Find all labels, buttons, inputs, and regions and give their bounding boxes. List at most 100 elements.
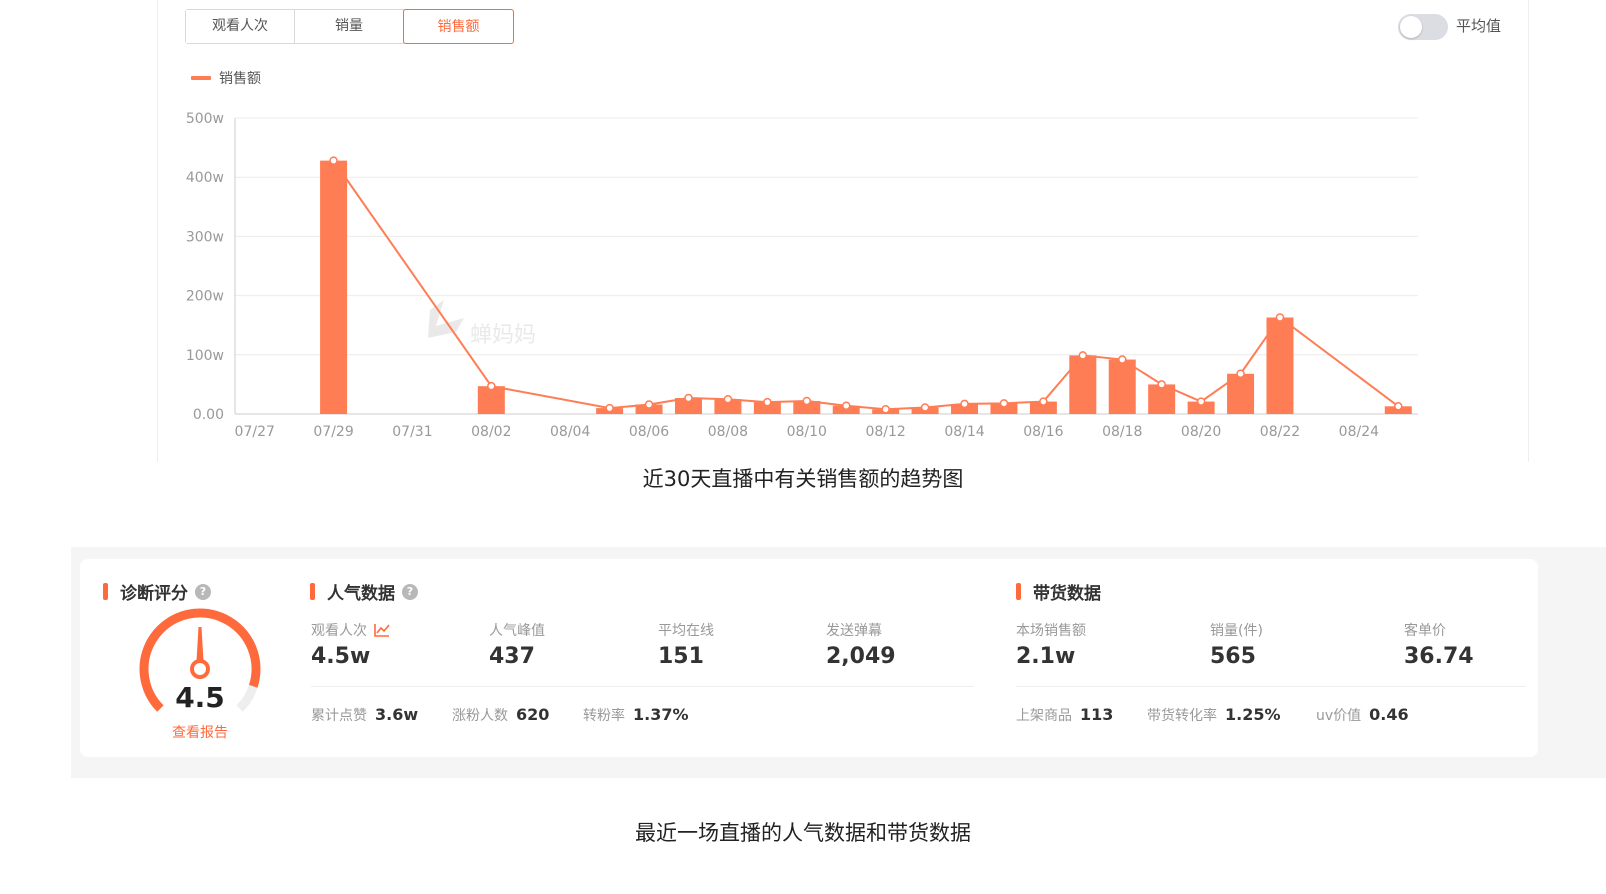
- metric-value: 2.1w: [1016, 644, 1076, 669]
- x-tick-label: 08/10: [787, 424, 827, 440]
- tab-views[interactable]: 观看人次: [186, 10, 295, 43]
- chart-point: [644, 400, 654, 409]
- metric-label: 发送弹幕: [826, 623, 882, 639]
- sub-metric-conversion-rate: 带货转化率 1.25%: [1147, 705, 1281, 724]
- x-tick-label: 08/12: [865, 424, 905, 440]
- score-gauge: [139, 608, 261, 712]
- metric-label: 客单价: [1404, 623, 1446, 639]
- y-tick-label: 400w: [186, 170, 224, 186]
- sub-metric-fan-rate: 转粉率 1.37%: [583, 705, 689, 724]
- chart-point: [329, 156, 338, 165]
- metric-peak-popularity: 人气峰值 437: [489, 620, 545, 669]
- chart-point: [1118, 355, 1127, 364]
- metric-views: 观看人次 4.5w: [311, 620, 391, 669]
- x-tick-label: 08/20: [1181, 424, 1221, 440]
- x-tick-label: 07/27: [235, 424, 275, 440]
- metric-label: 观看人次: [311, 623, 367, 639]
- chart-point: [605, 403, 614, 413]
- chart-point: [802, 396, 812, 406]
- chart-bar: [320, 160, 348, 414]
- sales-title: 带货数据: [1033, 584, 1101, 604]
- metric-label: 本场销售额: [1016, 623, 1086, 639]
- chart-point: [841, 401, 851, 410]
- toggle-knob: [1400, 16, 1422, 38]
- legend-label: 销售额: [219, 71, 261, 87]
- x-tick-label: 08/04: [550, 424, 590, 440]
- divider: [311, 686, 974, 687]
- trend-chart-icon[interactable]: [373, 622, 391, 638]
- chart-bar: [1069, 355, 1097, 414]
- metric-average-online: 平均在线 151: [658, 620, 714, 669]
- gauge-hub: [190, 659, 210, 679]
- chart-caption: 近30天直播中有关销售额的趋势图: [642, 467, 964, 491]
- y-tick-label: 500w: [186, 111, 224, 127]
- metric-sales-volume: 销量(件) 565: [1210, 620, 1263, 669]
- metric-danmaku: 发送弹幕 2,049: [826, 620, 896, 669]
- chart-point: [723, 394, 733, 404]
- metric-label: 销量(件): [1210, 623, 1263, 639]
- stats-caption: 最近一场直播的人气数据和带货数据: [635, 821, 971, 845]
- sales-section-title: 带货数据: [1016, 579, 1101, 604]
- chart-point: [1236, 369, 1245, 378]
- sub-metric-likes: 累计点赞 3.6w: [311, 705, 419, 724]
- diagnosis-section-title: 诊断评分 ?: [103, 579, 211, 604]
- metric-value: 565: [1210, 644, 1256, 669]
- chart-point: [487, 381, 496, 391]
- chart-point: [1275, 313, 1285, 322]
- sub-metric-new-fans: 涨粉人数 620: [452, 705, 550, 724]
- metric-value: 4.5w: [311, 644, 371, 669]
- chart-point: [684, 393, 693, 403]
- diagnosis-score: 4.5: [175, 681, 225, 714]
- metric-value: 2,049: [826, 644, 896, 669]
- x-tick-label: 08/16: [1023, 424, 1063, 440]
- svg-text:蝉妈妈: 蝉妈妈: [470, 323, 536, 348]
- chart-point: [1196, 397, 1206, 406]
- popularity-section-title: 人气数据 ?: [310, 579, 418, 604]
- tab-sales-amount[interactable]: 销售额: [403, 9, 514, 44]
- chart-point: [1394, 402, 1403, 411]
- help-icon[interactable]: ?: [402, 583, 418, 600]
- view-report-link[interactable]: 查看报告: [160, 722, 240, 742]
- metric-value: 437: [489, 644, 535, 669]
- popularity-title: 人气数据: [327, 584, 395, 604]
- section-marker: [310, 583, 315, 600]
- chart-point: [999, 399, 1009, 408]
- chart-point: [1157, 380, 1166, 389]
- chart-point: [881, 405, 890, 414]
- sales-trend-panel: 观看人次 销量 销售额 平均值 销售额 蝉妈妈 0.00 100w 200w 300w 4…: [157, 0, 1529, 462]
- metric-label: 平均在线: [658, 623, 714, 639]
- metric-session-sales: 本场销售额 2.1w: [1016, 620, 1086, 669]
- chart-point: [960, 399, 969, 409]
- divider: [1016, 686, 1526, 687]
- y-tick-label: 300w: [186, 229, 224, 245]
- chart-point: [763, 397, 772, 407]
- average-toggle[interactable]: [1398, 14, 1448, 40]
- sales-chart: 蝉妈妈 0.00 100w 200w 300w 400w 500w 07/27 07/29 07/…: [186, 111, 1418, 440]
- chart-bar: [1108, 359, 1136, 414]
- chart-point: [1039, 397, 1048, 406]
- average-toggle-label: 平均值: [1456, 17, 1502, 35]
- x-tick-label: 08/18: [1102, 424, 1142, 440]
- y-tick-label: 200w: [186, 289, 224, 305]
- y-tick-label: 100w: [186, 348, 224, 364]
- metric-value: 151: [658, 644, 704, 669]
- legend-swatch: [191, 76, 211, 80]
- x-tick-label: 07/29: [313, 424, 353, 440]
- metric-tabs: 观看人次 销量 销售额: [185, 9, 514, 44]
- live-stats-card: 诊断评分 ? 4.5 查看报告 人气数据 ? 观看人次 4.5w 人气峰值 43…: [80, 559, 1538, 757]
- x-tick-label: 07/31: [392, 424, 432, 440]
- chart-point: [1078, 351, 1088, 360]
- x-tick-label: 08/24: [1339, 424, 1379, 440]
- chart-legend[interactable]: 销售额: [191, 68, 261, 88]
- metric-unit-price: 客单价 36.74: [1404, 620, 1474, 669]
- help-icon[interactable]: ?: [195, 583, 211, 600]
- chart-point: [920, 403, 930, 412]
- x-tick-label: 08/22: [1260, 424, 1300, 440]
- x-tick-label: 08/14: [944, 424, 984, 440]
- watermark-logo: 蝉妈妈: [428, 300, 536, 348]
- section-marker: [1016, 583, 1021, 600]
- tab-sales-volume[interactable]: 销量: [295, 10, 404, 43]
- metric-value: 36.74: [1404, 644, 1474, 669]
- y-tick-label: 0.00: [193, 407, 224, 423]
- sub-metric-listed-products: 上架商品 113: [1016, 705, 1114, 724]
